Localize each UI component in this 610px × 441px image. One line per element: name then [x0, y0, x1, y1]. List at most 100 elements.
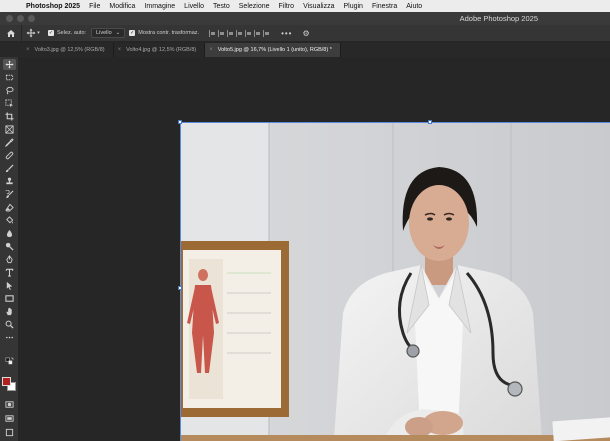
- menu-filter[interactable]: Filtro: [279, 3, 295, 10]
- pen-icon: [6, 255, 13, 264]
- menu-help[interactable]: Aiuto: [406, 3, 422, 10]
- path-selection-tool[interactable]: [3, 280, 16, 291]
- eyedropper-icon: [5, 138, 14, 147]
- distribute-icon[interactable]: [263, 29, 270, 37]
- dodge-tool[interactable]: [3, 241, 16, 252]
- transform-handle-top-center[interactable]: [428, 120, 432, 124]
- auto-select-value: Livello: [96, 30, 112, 36]
- more-options-icon[interactable]: •••: [281, 29, 292, 38]
- history-brush-tool[interactable]: [3, 189, 16, 200]
- show-transform-checkbox[interactable]: ✓: [129, 30, 136, 36]
- swap-colors-icon: [5, 357, 14, 365]
- menu-view[interactable]: Visualizza: [303, 3, 334, 10]
- marquee-tool[interactable]: [3, 72, 16, 83]
- auto-select-dropdown[interactable]: Livello ⌄: [91, 28, 126, 38]
- move-icon: [26, 28, 36, 38]
- close-tab-icon[interactable]: ×: [209, 47, 213, 53]
- menu-window[interactable]: Finestra: [372, 3, 397, 10]
- rectangle-tool[interactable]: [3, 293, 16, 304]
- lasso-tool[interactable]: [3, 85, 16, 96]
- menu-app-name[interactable]: Photoshop 2025: [26, 3, 80, 10]
- align-right-icon[interactable]: [227, 29, 234, 37]
- move-tool-preset[interactable]: ▾: [22, 25, 44, 42]
- align-top-icon[interactable]: [236, 29, 243, 37]
- transform-bounding-left: [180, 122, 181, 441]
- transform-bounding-top: [180, 122, 610, 123]
- blur-icon: [6, 229, 13, 238]
- align-bottom-icon[interactable]: [254, 29, 261, 37]
- type-tool[interactable]: [3, 267, 16, 278]
- foreground-color-swatch[interactable]: [2, 377, 11, 386]
- minimize-window-button[interactable]: [17, 15, 24, 22]
- zoom-icon: [5, 320, 14, 329]
- align-controls: [209, 29, 270, 37]
- align-center-icon[interactable]: [218, 29, 225, 37]
- healing-icon: [5, 151, 14, 160]
- object-select-icon: [5, 99, 14, 108]
- zoom-window-button[interactable]: [28, 15, 35, 22]
- brush-tool[interactable]: [3, 163, 16, 174]
- gear-icon[interactable]: ⚙: [302, 29, 309, 38]
- transform-handle-top-left[interactable]: [178, 120, 182, 124]
- path-select-icon: [6, 281, 13, 290]
- menu-image[interactable]: Immagine: [144, 3, 175, 10]
- auto-select-label: Selez. auto:: [57, 30, 87, 36]
- more-tools-button[interactable]: [3, 332, 16, 343]
- hand-tool[interactable]: [3, 306, 16, 317]
- dodge-icon: [5, 242, 14, 251]
- transform-handle-middle-left[interactable]: [178, 286, 182, 290]
- tab-volto3[interactable]: × Volto3.jpg @ 12,5% (RGB/8): [22, 43, 114, 57]
- blur-tool[interactable]: [3, 228, 16, 239]
- lasso-icon: [6, 86, 14, 95]
- history-brush-icon: [5, 190, 14, 199]
- marquee-icon: [5, 74, 14, 81]
- home-button[interactable]: [0, 24, 22, 42]
- brush-icon: [5, 164, 14, 173]
- more-tools-icon: [5, 336, 14, 339]
- tab-volto4[interactable]: × Volto4.jpg @ 12,5% (RGB/8): [114, 43, 206, 57]
- eraser-tool[interactable]: [3, 202, 16, 213]
- menu-type[interactable]: Testo: [213, 3, 230, 10]
- eyedropper-tool[interactable]: [3, 137, 16, 148]
- quick-mask-button[interactable]: [3, 399, 16, 410]
- tab-label: Volto3.jpg @ 12,5% (RGB/8): [34, 47, 105, 53]
- stamp-icon: [6, 177, 13, 185]
- close-tab-icon[interactable]: ×: [118, 47, 122, 53]
- artboard-options-button[interactable]: [3, 427, 16, 438]
- menu-plugin[interactable]: Plugin: [343, 3, 362, 10]
- clone-stamp-tool[interactable]: [3, 176, 16, 187]
- document-tabs: × Volto3.jpg @ 12,5% (RGB/8) × Volto4.jp…: [0, 43, 610, 57]
- swap-colors-button[interactable]: [3, 356, 16, 367]
- menu-file[interactable]: File: [89, 3, 100, 10]
- pen-tool[interactable]: [3, 254, 16, 265]
- menu-layer[interactable]: Livello: [184, 3, 204, 10]
- close-window-button[interactable]: [6, 15, 13, 22]
- type-icon: [5, 268, 14, 277]
- zoom-tool[interactable]: [3, 319, 16, 330]
- canvas-area[interactable]: [19, 57, 610, 441]
- frame-tool[interactable]: [3, 124, 16, 135]
- rectangle-icon: [5, 295, 14, 302]
- close-tab-icon[interactable]: ×: [26, 47, 30, 53]
- crop-tool[interactable]: [3, 111, 16, 122]
- align-left-icon[interactable]: [209, 29, 216, 37]
- window-titlebar: Adobe Photoshop 2025: [0, 12, 610, 25]
- options-bar: ▾ ✓ Selez. auto: Livello ⌄ ✓ Mostra cont…: [0, 24, 610, 42]
- screen-mode-button[interactable]: [3, 413, 16, 424]
- mac-menubar: Photoshop 2025 File Modifica Immagine Li…: [0, 0, 610, 12]
- healing-brush-tool[interactable]: [3, 150, 16, 161]
- menu-select[interactable]: Selezione: [239, 3, 270, 10]
- quick-mask-icon: [5, 401, 14, 408]
- move-tool[interactable]: [3, 59, 16, 70]
- auto-select-checkbox[interactable]: ✓: [48, 30, 54, 36]
- artboard-icon: [5, 428, 14, 437]
- object-select-tool[interactable]: [3, 98, 16, 109]
- chevron-down-icon: ⌄: [115, 30, 121, 36]
- paint-bucket-tool[interactable]: [3, 215, 16, 226]
- document-photo[interactable]: [181, 123, 610, 441]
- menu-edit[interactable]: Modifica: [109, 3, 135, 10]
- align-middle-icon[interactable]: [245, 29, 252, 37]
- tab-volto5[interactable]: × Volto5.jpg @ 16,7% (Livello 1 (unito),…: [205, 43, 341, 57]
- home-icon: [6, 29, 15, 37]
- eraser-icon: [5, 203, 14, 212]
